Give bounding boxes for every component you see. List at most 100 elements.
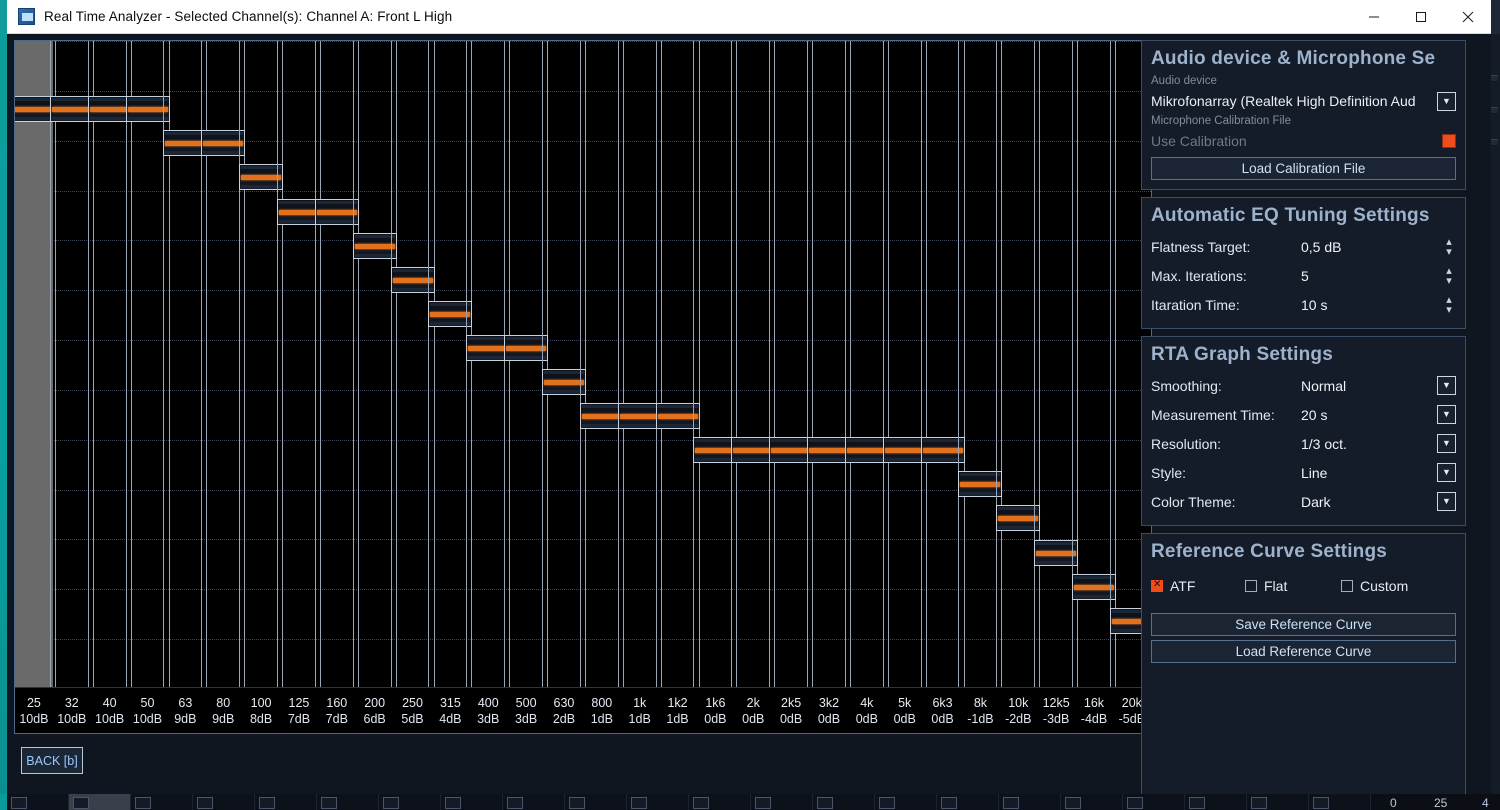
save-reference-curve-button[interactable]: Save Reference Curve <box>1151 613 1456 636</box>
taskbar-item[interactable] <box>1123 794 1185 810</box>
band-column-80[interactable] <box>201 41 246 687</box>
load-reference-curve-button[interactable]: Load Reference Curve <box>1151 640 1456 663</box>
band-column-160[interactable] <box>314 41 359 687</box>
taskbar-item[interactable] <box>441 794 503 810</box>
measurement-time-row[interactable]: Measurement Time: 20 s ▼ <box>1151 400 1456 429</box>
band-column-315[interactable] <box>428 41 473 687</box>
taskbar-item[interactable] <box>813 794 875 810</box>
minimize-button[interactable] <box>1350 0 1397 34</box>
taskbar-item[interactable] <box>69 794 131 810</box>
rta-plot-area[interactable] <box>15 41 1151 687</box>
flat-label: Flat <box>1264 578 1288 594</box>
resolution-chevron-down-icon[interactable]: ▼ <box>1437 434 1456 453</box>
iteration-time-stepper[interactable]: ▴ ▾ <box>1442 294 1456 315</box>
smoothing-chevron-down-icon[interactable]: ▼ <box>1437 376 1456 395</box>
taskbar-item[interactable] <box>379 794 441 810</box>
taskbar-item[interactable] <box>627 794 689 810</box>
taskbar-item[interactable] <box>875 794 937 810</box>
axis-freq-label: 500 <box>515 695 537 710</box>
back-button[interactable]: BACK [b] <box>21 747 83 774</box>
max-iterations-row[interactable]: Max. Iterations: 5 ▴ ▾ <box>1151 261 1456 290</box>
handle-top-edge <box>808 439 849 442</box>
band-column-100[interactable] <box>239 41 284 687</box>
band-column-50[interactable] <box>125 41 170 687</box>
handle-top-edge <box>506 337 547 340</box>
rta-graph[interactable]: 25 10dB 32 10dB 40 10dB 50 10dB 63 9dB 80 9dB 100 8dB… <box>14 40 1152 734</box>
band-column-500[interactable] <box>504 41 549 687</box>
style-chevron-down-icon[interactable]: ▼ <box>1437 463 1456 482</box>
taskbar-item[interactable] <box>1185 794 1247 810</box>
audio-device-select[interactable]: Mikrofonarray (Realtek High Definition A… <box>1151 89 1456 113</box>
taskbar-item[interactable] <box>937 794 999 810</box>
band-column-4k[interactable] <box>844 41 889 687</box>
band-column-200[interactable] <box>352 41 397 687</box>
taskbar-item[interactable] <box>565 794 627 810</box>
load-calibration-file-button[interactable]: Load Calibration File <box>1151 157 1456 180</box>
band-column-10k[interactable] <box>996 41 1041 687</box>
taskbar-item[interactable] <box>689 794 751 810</box>
handle-top-edge <box>1073 576 1114 579</box>
use-calibration-indicator[interactable] <box>1442 134 1456 148</box>
handle-top-edge <box>203 132 244 135</box>
axis-tick-3k2: 3k2 0dB <box>810 688 848 733</box>
resolution-row[interactable]: Resolution: 1/3 oct. ▼ <box>1151 429 1456 458</box>
smoothing-row[interactable]: Smoothing: Normal ▼ <box>1151 371 1456 400</box>
band-column-63[interactable] <box>163 41 208 687</box>
band-column-12k5[interactable] <box>1034 41 1079 687</box>
taskbar-item[interactable] <box>1247 794 1309 810</box>
chevron-down-icon[interactable]: ▼ <box>1437 91 1456 111</box>
measurement-time-chevron-down-icon[interactable]: ▼ <box>1437 405 1456 424</box>
band-column-25[interactable] <box>15 41 56 687</box>
taskbar-item[interactable] <box>751 794 813 810</box>
flatness-target-stepper[interactable]: ▴ ▾ <box>1442 236 1456 257</box>
band-column-8k[interactable] <box>958 41 1003 687</box>
band-column-2k5[interactable] <box>769 41 814 687</box>
band-column-400[interactable] <box>466 41 511 687</box>
band-column-6k3[interactable] <box>920 41 965 687</box>
band-column-32[interactable] <box>49 41 94 687</box>
color-theme-row[interactable]: Color Theme: Dark ▼ <box>1151 487 1456 516</box>
taskbar-item[interactable] <box>317 794 379 810</box>
band-column-630[interactable] <box>541 41 586 687</box>
band-column-3k2[interactable] <box>806 41 851 687</box>
taskbar-item[interactable] <box>7 794 69 810</box>
band-column-250[interactable] <box>390 41 435 687</box>
flatness-target-row[interactable]: Flatness Target: 0,5 dB ▴ ▾ <box>1151 232 1456 261</box>
color-theme-chevron-down-icon[interactable]: ▼ <box>1437 492 1456 511</box>
iteration-time-row[interactable]: Itaration Time: 10 s ▴ ▾ <box>1151 290 1456 319</box>
taskbar-item[interactable] <box>131 794 193 810</box>
taskbar-item[interactable] <box>999 794 1061 810</box>
band-column-1k2[interactable] <box>655 41 700 687</box>
axis-tick-63: 63 9dB <box>166 688 204 733</box>
taskbar[interactable] <box>0 794 1500 810</box>
max-iterations-stepper[interactable]: ▴ ▾ <box>1442 265 1456 286</box>
taskbar-item[interactable] <box>255 794 317 810</box>
rta-graph-settings-title: RTA Graph Settings <box>1151 344 1333 365</box>
axis-db-label: 1dB <box>628 711 651 726</box>
checkbox-flat[interactable]: Flat <box>1245 578 1341 594</box>
band-column-40[interactable] <box>87 41 132 687</box>
app-icon <box>18 8 35 25</box>
band-column-1k6[interactable] <box>693 41 738 687</box>
checkbox-atf[interactable]: ATF <box>1151 578 1245 594</box>
axis-freq-label: 1k6 <box>705 695 726 710</box>
checkbox-custom[interactable]: Custom <box>1341 578 1408 594</box>
band-column-2k[interactable] <box>731 41 776 687</box>
use-calibration-row[interactable]: Use Calibration <box>1151 129 1456 153</box>
taskbar-item[interactable] <box>193 794 255 810</box>
close-button[interactable] <box>1444 0 1491 34</box>
handle-bottom-edge <box>241 185 282 188</box>
taskbar-item[interactable] <box>503 794 565 810</box>
taskbar-item[interactable] <box>1061 794 1123 810</box>
axis-tick-80: 80 9dB <box>204 688 242 733</box>
handle-top-edge <box>278 201 319 204</box>
taskbar-item[interactable] <box>1309 794 1371 810</box>
band-column-16k[interactable] <box>1071 41 1116 687</box>
band-column-5k[interactable] <box>882 41 927 687</box>
band-column-125[interactable] <box>276 41 321 687</box>
maximize-button[interactable] <box>1397 0 1444 34</box>
style-row[interactable]: Style: Line ▼ <box>1151 458 1456 487</box>
band-column-1k[interactable] <box>617 41 662 687</box>
axis-db-label: -4dB <box>1080 711 1108 726</box>
band-column-800[interactable] <box>579 41 624 687</box>
